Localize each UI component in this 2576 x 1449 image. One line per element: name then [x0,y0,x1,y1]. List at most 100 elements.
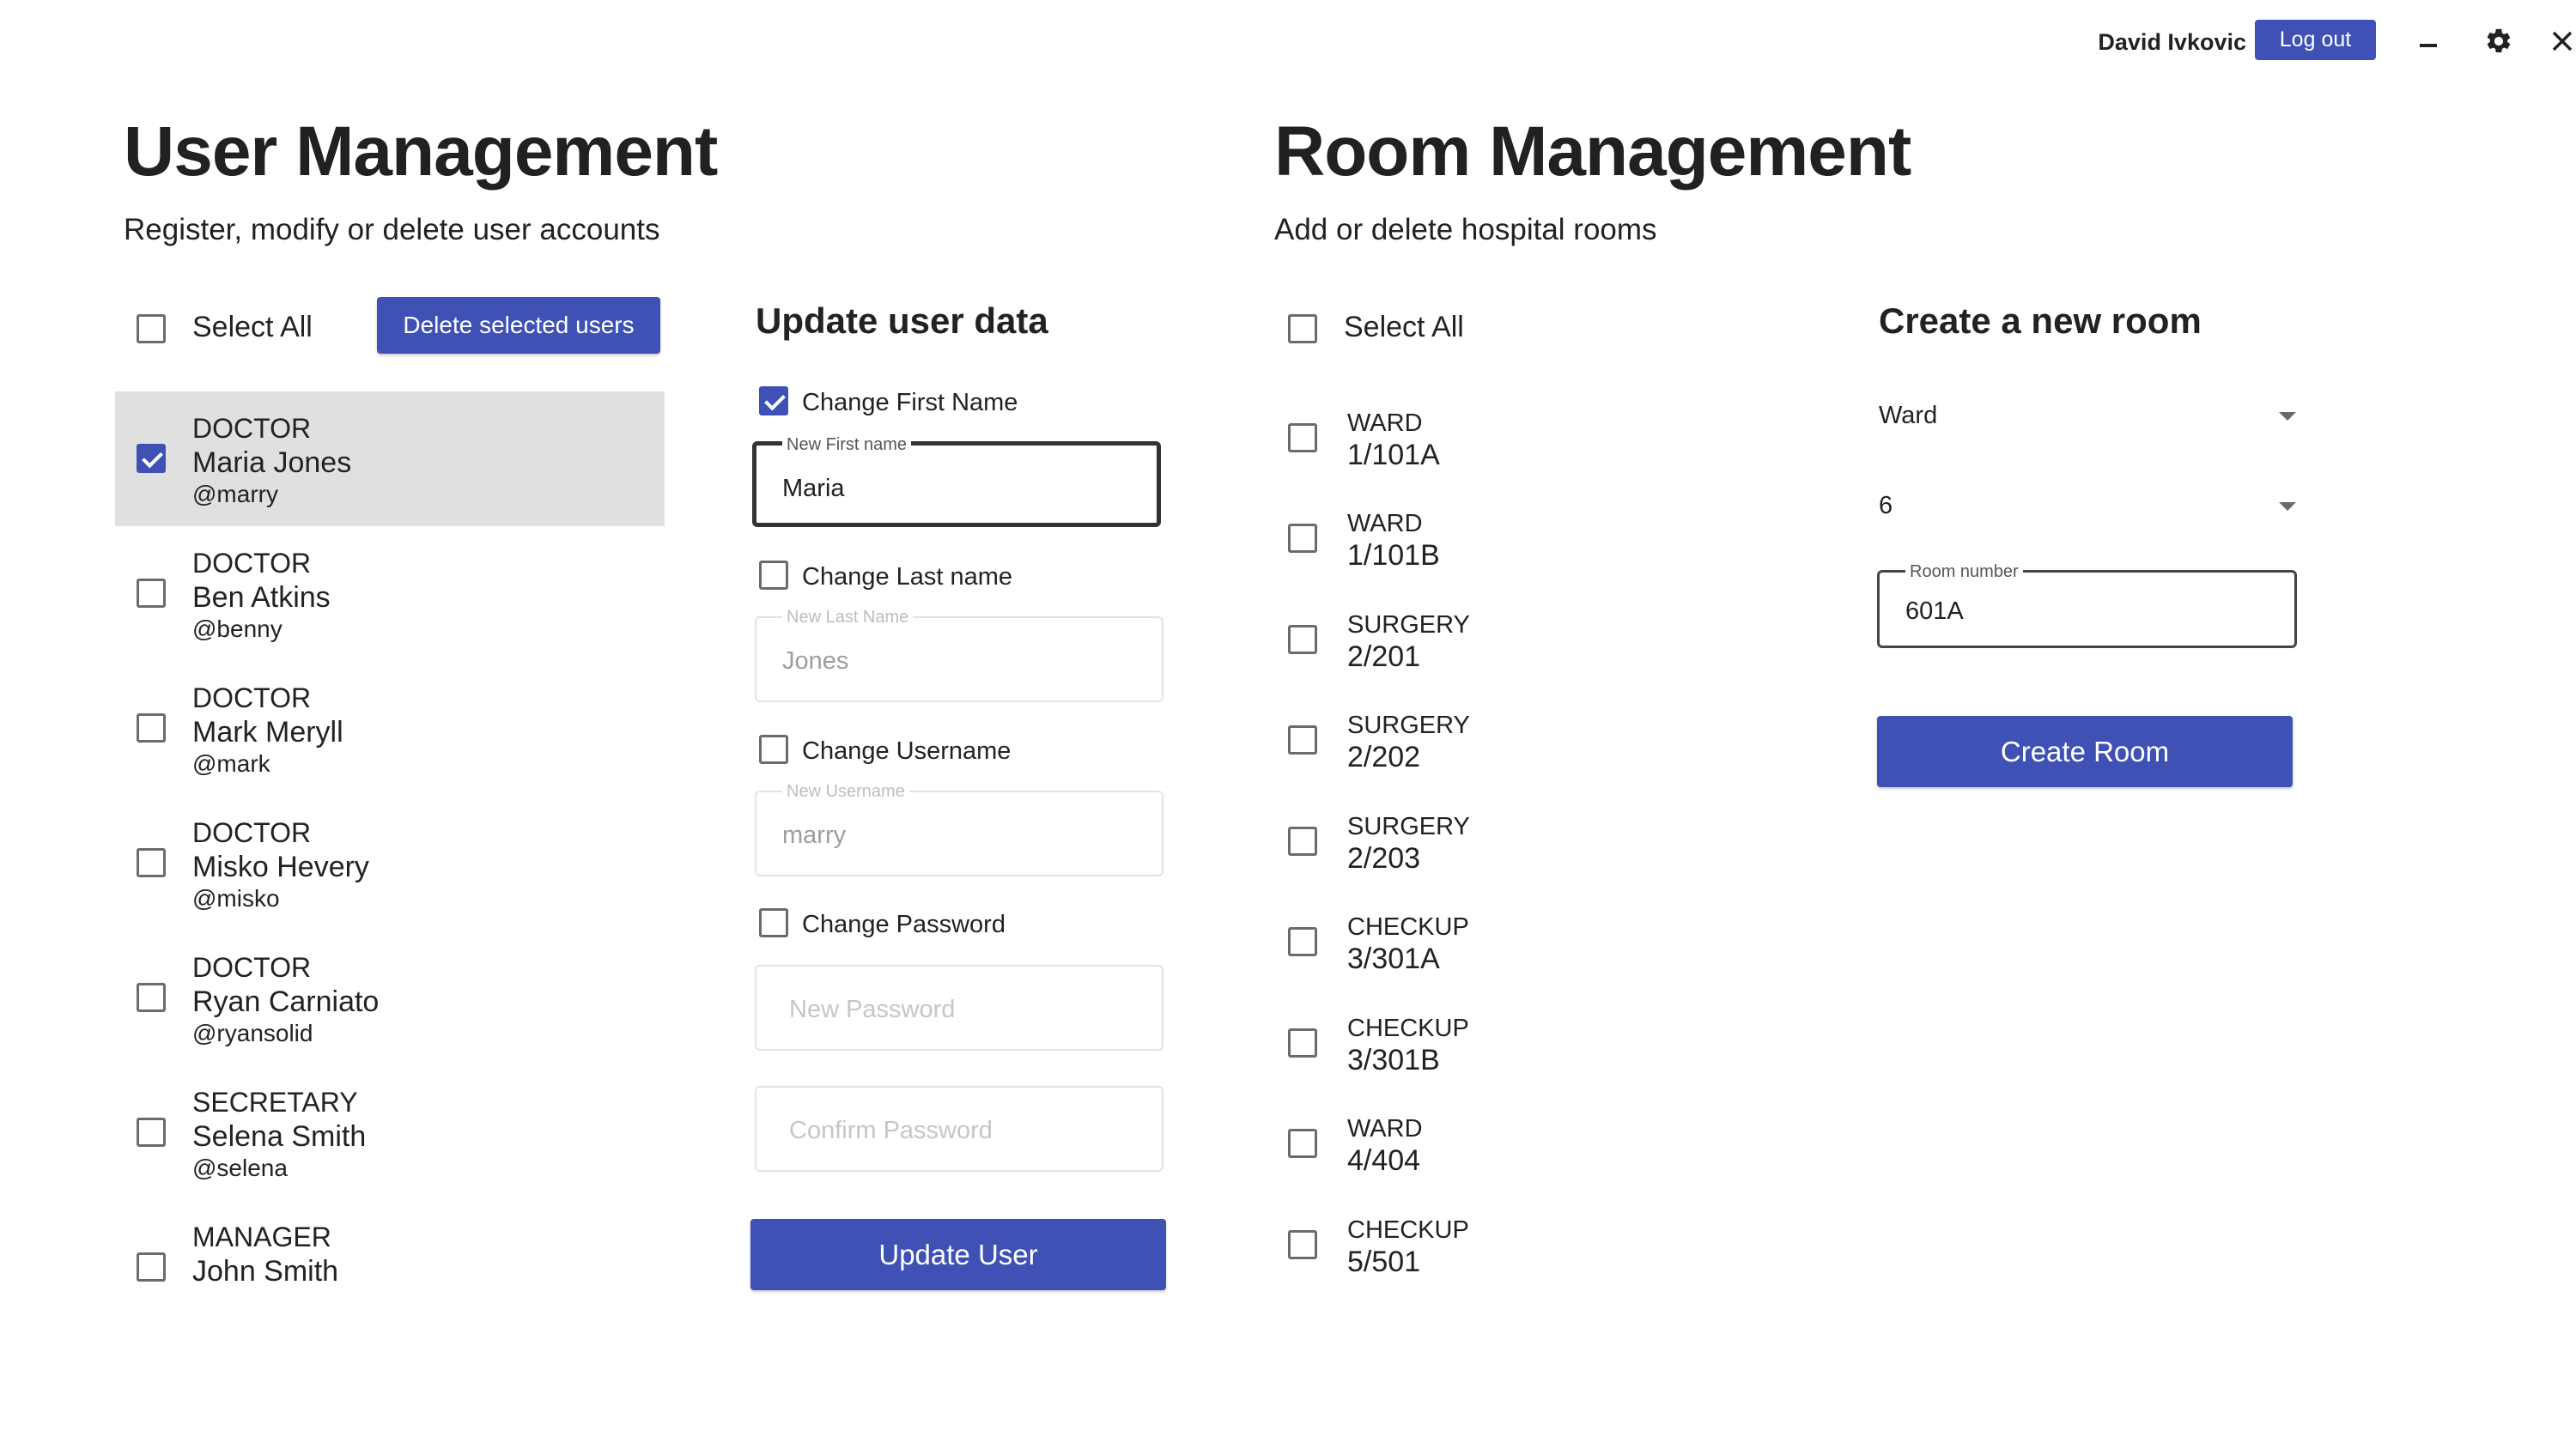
room-row-checkbox[interactable] [1288,1129,1317,1158]
change-username-label: Change Username [802,737,1012,765]
user-row-checkbox[interactable] [137,1118,166,1147]
user-username: @benny [192,615,283,642]
room-number-label: Room number [1905,562,2023,581]
user-row[interactable]: DOCTOR Ryan Carniato @ryansolid [115,931,665,1065]
user-role: DOCTOR [192,413,312,444]
logout-button[interactable]: Log out [2255,20,2376,60]
room-row[interactable]: WARD 1/101B [1288,498,1631,584]
user-username: @marry [192,481,278,507]
new-username-label: New Username [782,782,909,801]
change-last-name-checkbox[interactable] [759,561,788,590]
new-first-name-field[interactable]: New First name Maria [752,435,1161,527]
room-row[interactable]: WARD 4/404 [1288,1103,1631,1189]
new-username-value[interactable]: marry [782,822,846,850]
room-row-checkbox[interactable] [1288,927,1317,956]
change-first-name-checkbox[interactable] [759,386,788,415]
floor-value: 6 [1879,492,1893,519]
new-last-name-label: New Last Name [782,608,914,627]
user-row[interactable]: DOCTOR Ben Atkins @benny [115,526,665,661]
select-all-users-checkbox[interactable] [137,314,166,343]
room-row[interactable]: SURGERY 2/201 [1288,599,1631,685]
room-management-subtitle: Add or delete hospital rooms [1274,213,1657,246]
create-room-title: Create a new room [1879,300,2202,341]
room-type: CHECKUP [1347,913,1469,941]
room-row[interactable]: SURGERY 2/203 [1288,801,1631,887]
user-full-name: Selena Smith [192,1120,367,1153]
select-all-rooms-label: Select All [1344,311,1464,343]
change-first-name-label: Change First Name [802,389,1018,416]
user-row-checkbox[interactable] [137,579,166,608]
create-room-button[interactable]: Create Room [1877,716,2293,787]
update-user-button[interactable]: Update User [750,1219,1166,1290]
confirm-password-field[interactable]: Confirm Password [755,1086,1163,1172]
room-row-checkbox[interactable] [1288,423,1317,452]
room-type: CHECKUP [1347,1015,1469,1042]
room-number: 2/201 [1347,640,1421,673]
room-type: SURGERY [1347,712,1470,739]
floor-select[interactable]: 6 [1879,485,2296,537]
user-username: @ryansolid [192,1020,313,1046]
room-type: WARD [1347,1115,1423,1143]
room-type: SURGERY [1347,611,1470,639]
select-all-users-label: Select All [192,311,313,343]
user-row-checkbox[interactable] [137,713,166,743]
room-number: 3/301A [1347,943,1440,975]
room-row[interactable]: CHECKUP 5/501 [1288,1204,1631,1290]
chevron-down-icon [2279,502,2296,511]
room-row-checkbox[interactable] [1288,524,1317,553]
user-role: DOCTOR [192,682,312,713]
room-row[interactable]: CHECKUP 3/301A [1288,901,1631,987]
user-row-checkbox[interactable] [137,983,166,1012]
change-password-label: Change Password [802,911,1005,938]
select-all-rooms-checkbox[interactable] [1288,314,1317,343]
user-management-title: User Management [124,112,718,191]
minimize-icon[interactable] [2409,24,2447,58]
close-icon[interactable] [2543,24,2576,58]
new-password-placeholder: New Password [789,996,956,1023]
user-management-subtitle: Register, modify or delete user accounts [124,213,660,246]
room-number: 4/404 [1347,1144,1421,1177]
user-row[interactable]: MANAGER John Smith [115,1200,665,1335]
room-type: WARD [1347,510,1423,537]
room-number: 1/101B [1347,539,1440,572]
room-number: 3/301B [1347,1044,1440,1076]
room-row[interactable]: WARD 1/101A [1288,397,1631,483]
room-type: CHECKUP [1347,1216,1469,1244]
new-first-name-value[interactable]: Maria [782,475,845,503]
room-type-select[interactable]: Ward [1879,395,2296,446]
room-number: 5/501 [1347,1246,1421,1278]
delete-selected-users-button[interactable]: Delete selected users [377,297,660,354]
user-row-checkbox[interactable] [137,444,166,473]
confirm-password-placeholder: Confirm Password [789,1117,993,1144]
room-row[interactable]: CHECKUP 3/301B [1288,1003,1631,1088]
room-row[interactable]: SURGERY 2/202 [1288,700,1631,785]
change-password-checkbox[interactable] [759,908,788,937]
room-number-value[interactable]: 601A [1905,597,1964,626]
room-type: WARD [1347,409,1423,437]
user-row-checkbox[interactable] [137,1252,166,1282]
new-last-name-value[interactable]: Jones [782,647,848,676]
new-username-field[interactable]: New Username marry [755,782,1163,876]
room-management-title: Room Management [1274,112,1911,191]
new-last-name-field[interactable]: New Last Name Jones [755,608,1163,702]
user-full-name: Mark Meryll [192,716,343,749]
settings-icon[interactable] [2480,24,2518,58]
room-number: 2/202 [1347,741,1421,773]
user-full-name: Maria Jones [192,446,352,479]
user-row[interactable]: DOCTOR Mark Meryll @mark [115,661,665,796]
change-username-checkbox[interactable] [759,735,788,764]
room-row-checkbox[interactable] [1288,1028,1317,1058]
chevron-down-icon [2279,412,2296,421]
user-row[interactable]: DOCTOR Misko Hevery @misko [115,796,665,931]
top-bar: David Ivkovic Log out [1975,17,2576,69]
user-row[interactable]: DOCTOR Maria Jones @marry [115,391,665,526]
room-row-checkbox[interactable] [1288,725,1317,755]
user-row[interactable]: SECRETARY Selena Smith @selena [115,1065,665,1200]
new-password-field[interactable]: New Password [755,965,1163,1051]
room-number-field[interactable]: Room number 601A [1877,562,2297,648]
user-row-checkbox[interactable] [137,848,166,877]
room-row-checkbox[interactable] [1288,625,1317,654]
room-row-checkbox[interactable] [1288,827,1317,856]
user-full-name: Ryan Carniato [192,985,380,1018]
room-row-checkbox[interactable] [1288,1230,1317,1259]
